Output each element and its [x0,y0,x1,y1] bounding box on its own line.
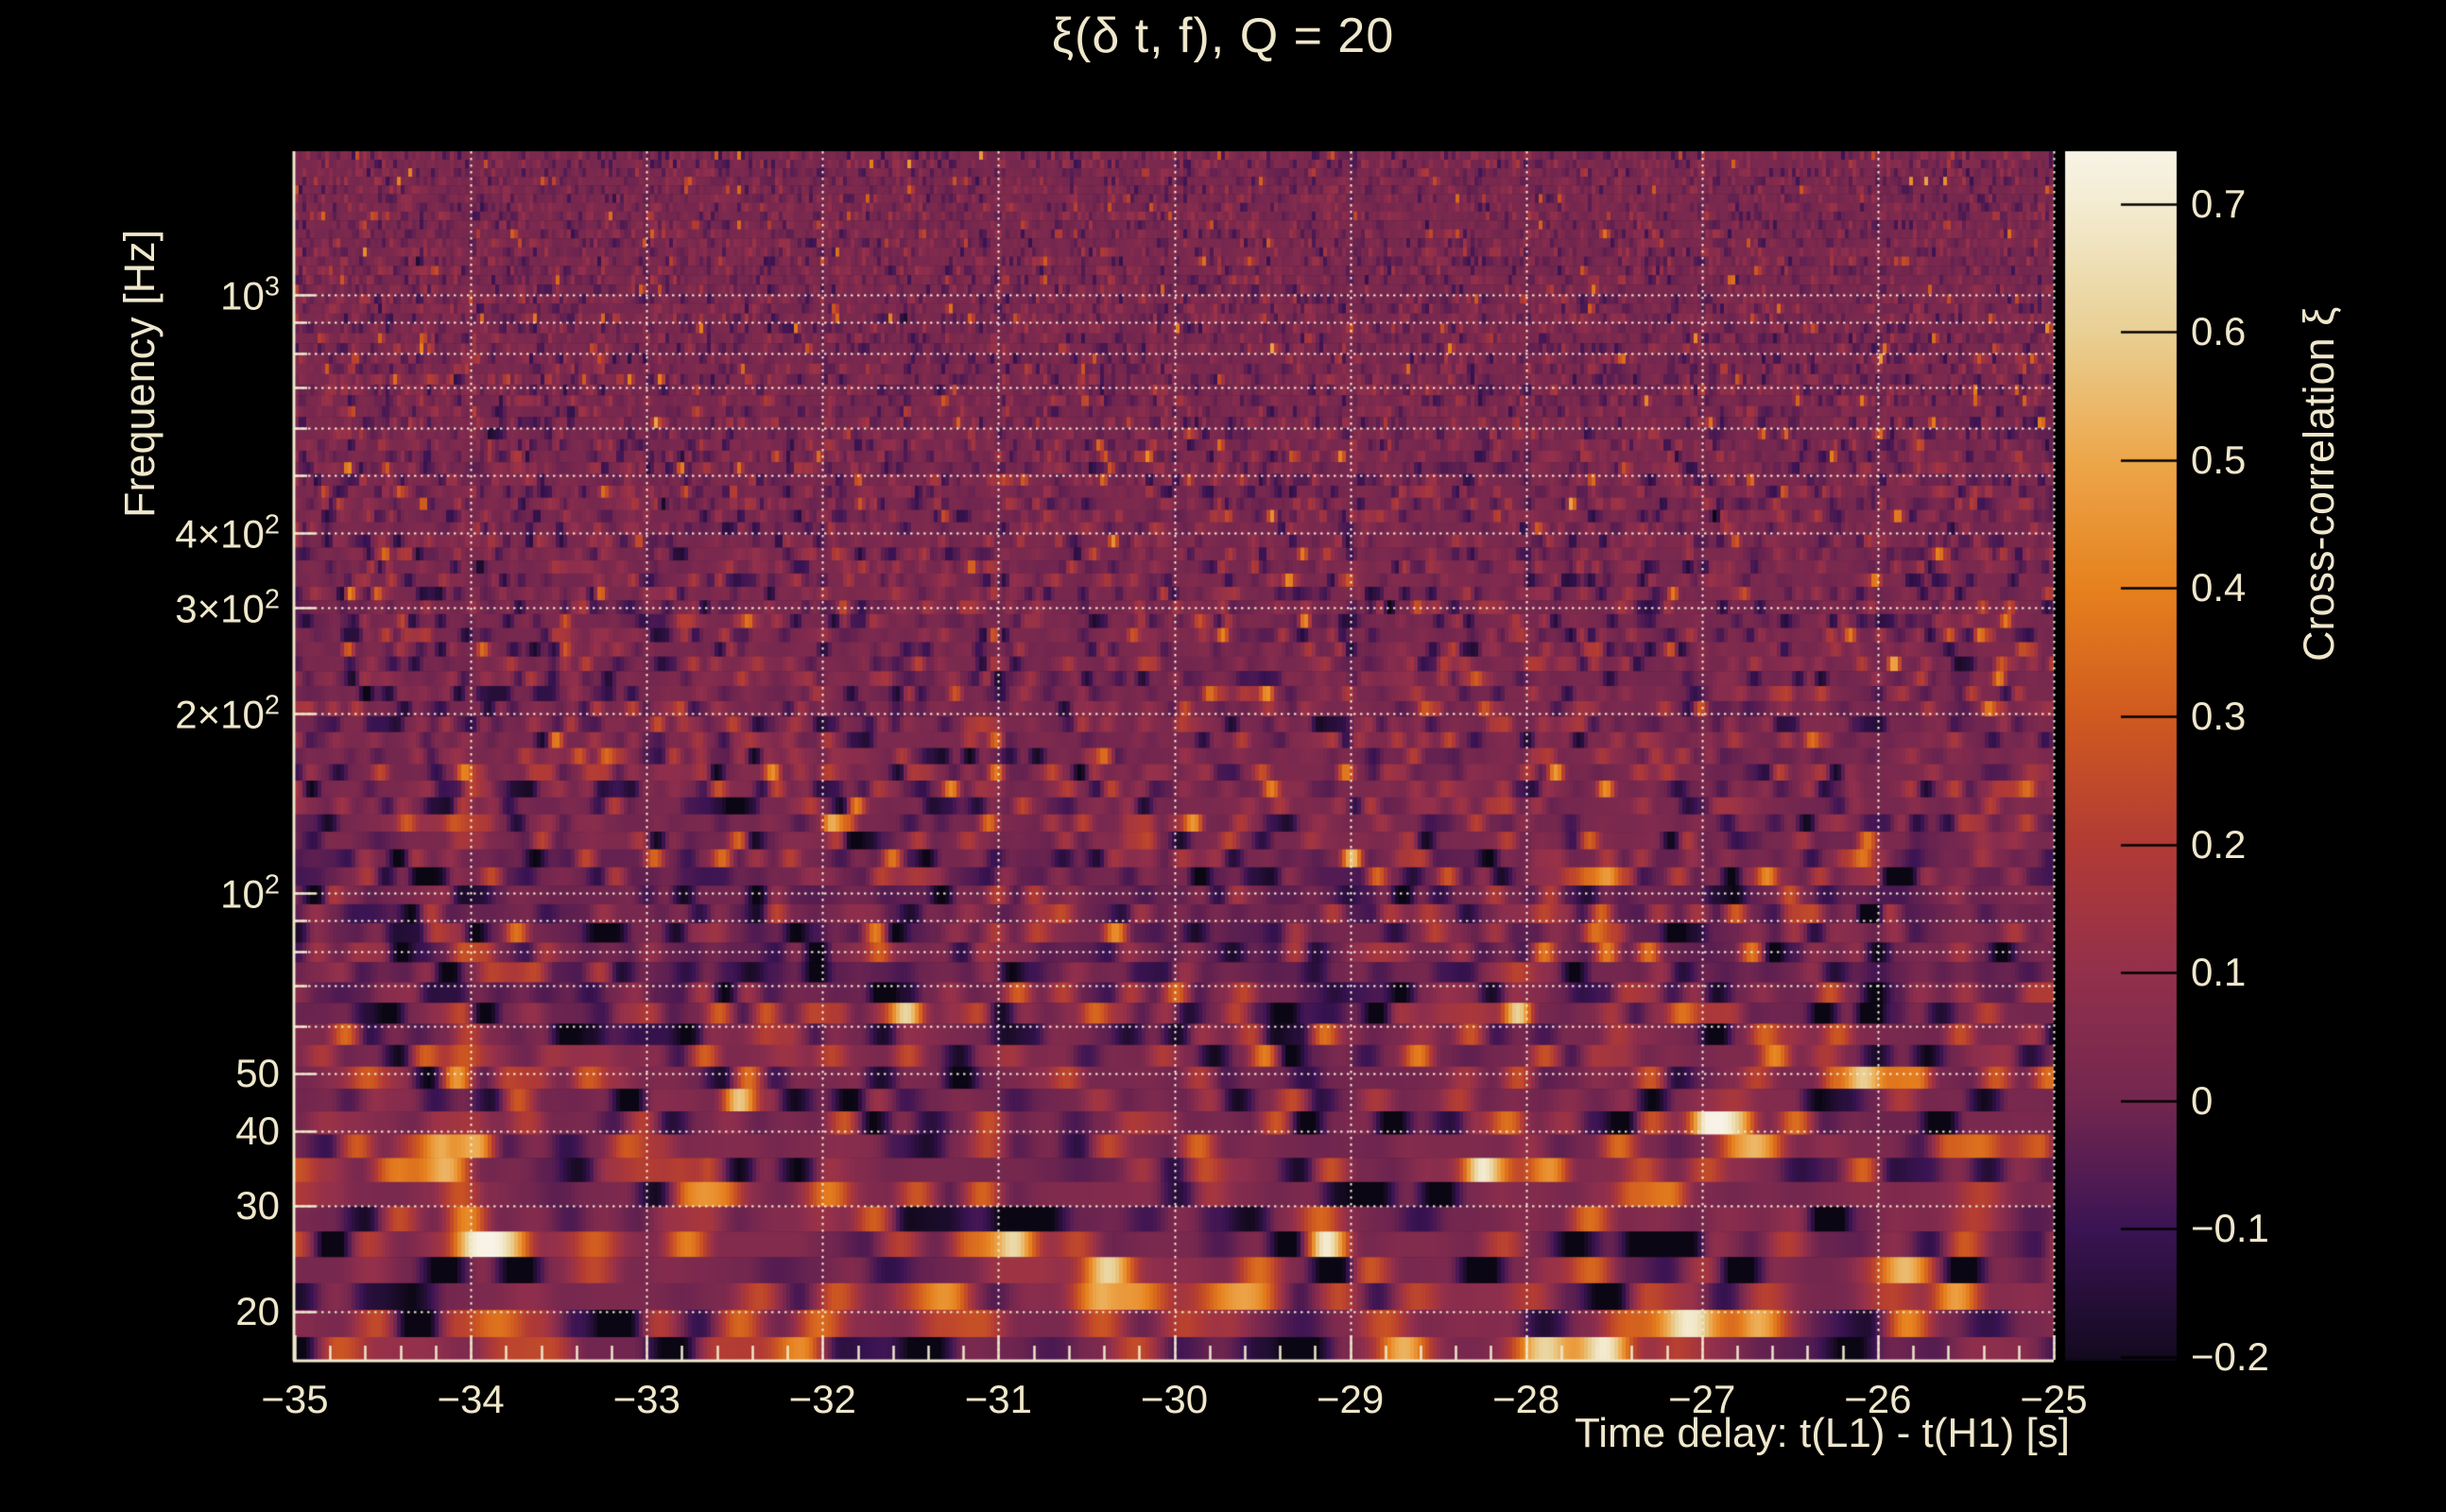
colorbar-tick-label: 0 [2191,1077,2213,1123]
y-tick-label: 3×102 [175,584,280,631]
colorbar-tick-label: 0.1 [2191,950,2247,995]
y-tick-label: 4×102 [175,509,280,557]
x-tick-label: −25 [2020,1377,2088,1421]
colorbar-tick-label: 0.6 [2191,309,2247,354]
y-axis-title: Frequency [Hz] [115,229,164,518]
x-tick-label: −34 [437,1377,505,1421]
y-tick-label: 30 [235,1183,280,1228]
colorbar-tick-label: 0.4 [2191,565,2247,610]
y-tick-label: 2×102 [175,690,280,737]
y-tick-label: 103 [220,271,280,318]
x-tick-label: −32 [788,1377,856,1421]
x-tick-label: −33 [612,1377,680,1421]
colorbar-title: Cross-correlation ξ [2295,306,2343,662]
colorbar-tick-label: 0.5 [2191,437,2247,482]
colorbar-tick-label: −0.2 [2191,1333,2269,1379]
x-tick-label: −27 [1668,1377,1736,1421]
y-tick-label: 40 [235,1108,280,1154]
x-tick-label: −28 [1492,1377,1560,1421]
x-tick-label: −30 [1140,1377,1209,1421]
y-tick-label: 50 [235,1050,280,1095]
figure-title: ξ(δ t, f), Q = 20 [1051,9,1395,63]
x-tick-label: −26 [1844,1377,1912,1421]
colorbar-tick-label: 0.3 [2191,693,2247,738]
colorbar-tick-label: 0.7 [2191,180,2247,226]
y-tick-label: 20 [235,1288,280,1333]
heatmap-canvas [0,0,2446,1512]
colorbar-tick-label: 0.2 [2191,821,2247,867]
y-tick-label: 102 [220,869,280,917]
correlation-spectrogram-figure: ξ(δ t, f), Q = 20 Time delay: t(L1) - t(… [0,0,2446,1512]
x-tick-label: −29 [1316,1377,1385,1421]
x-tick-label: −31 [964,1377,1033,1421]
x-tick-label: −35 [261,1377,329,1421]
colorbar-tick-label: −0.1 [2191,1206,2269,1251]
